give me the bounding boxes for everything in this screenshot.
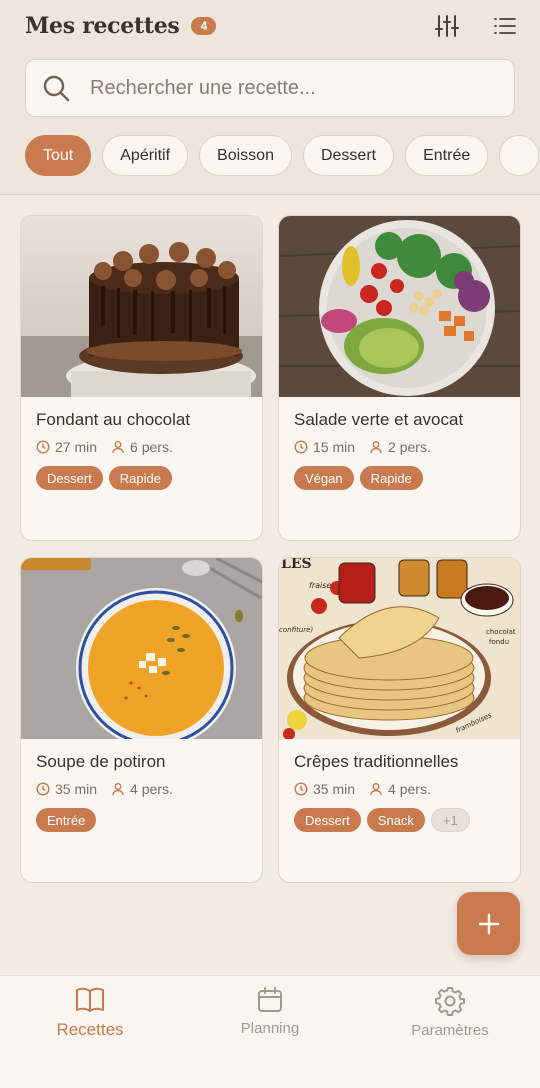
recipe-count-badge: 4 [191, 17, 217, 35]
chip-dessert[interactable]: Dessert [302, 135, 395, 176]
search-icon [43, 75, 70, 102]
tag-badge: Végan [294, 466, 354, 490]
recipe-card[interactable]: Fondant au chocolat 27 min 6 pers. Desse… [20, 215, 263, 541]
tag-badge: Entrée [36, 808, 97, 832]
clock-icon [294, 440, 308, 454]
tag-badge: Dessert [294, 808, 361, 832]
recipe-card[interactable]: Salade verte et avocat 15 min 2 pers. Vé… [278, 215, 521, 541]
recipe-servings: 4 pers. [369, 781, 431, 797]
person-icon [112, 441, 124, 454]
recipe-title: Crêpes traditionnelles [294, 752, 459, 771]
recipe-card-body: Soupe de potiron 35 min 4 pers. Entrée [21, 739, 262, 832]
clock-icon [294, 782, 308, 796]
recipe-time-label: 35 min [55, 781, 98, 797]
recipe-servings: 2 pers. [369, 439, 431, 455]
recipe-meta: 35 min 4 pers. [36, 781, 247, 797]
recipe-card-body: Salade verte et avocat 15 min 2 pers. Vé… [279, 397, 520, 490]
chip-more-partial[interactable] [499, 135, 540, 176]
recipe-time-label: 35 min [313, 781, 356, 797]
nav-label: Paramètres [411, 1022, 489, 1039]
tag-badge: Dessert [36, 466, 103, 490]
recipe-meta: 35 min 4 pers. [294, 781, 505, 797]
gear-icon [435, 987, 465, 1016]
image-text-les: LES [281, 558, 312, 572]
nav-item-recettes[interactable]: Recettes [0, 976, 180, 1088]
recipe-meta: 27 min 6 pers. [36, 439, 247, 455]
clock-icon [36, 782, 50, 796]
chip-tout[interactable]: Tout [25, 135, 92, 176]
person-icon [370, 783, 382, 796]
list-icon [494, 18, 516, 34]
recipe-servings: 4 pers. [111, 781, 173, 797]
tag-badge: Snack [366, 808, 425, 832]
filter-button[interactable] [432, 12, 462, 40]
nav-label: Planning [240, 1020, 300, 1037]
add-recipe-button[interactable] [457, 892, 520, 955]
nav-label: Recettes [56, 1020, 124, 1039]
recipe-time: 27 min [36, 439, 97, 455]
recipe-servings-label: 4 pers. [388, 781, 431, 797]
recipe-servings-label: 2 pers. [388, 439, 431, 455]
person-icon [370, 441, 382, 454]
image-text-confiture: confiture) [279, 626, 313, 634]
recipe-servings: 6 pers. [111, 439, 173, 455]
recipe-servings-label: 6 pers. [130, 439, 173, 455]
search-input[interactable] [90, 76, 490, 100]
recipe-image-chocolate-cake [21, 216, 262, 397]
recipe-image-pumpkin-soup [21, 558, 262, 739]
clock-icon [36, 440, 50, 454]
more-tags-badge: +1 [430, 808, 470, 832]
nav-item-parametres[interactable]: Paramètres [360, 976, 540, 1088]
sliders-icon [435, 15, 459, 37]
bottom-navigation: Recettes Planning Paramètres [0, 975, 540, 1088]
nav-item-planning[interactable]: Planning [180, 976, 360, 1088]
tag-badge: Rapide [108, 466, 172, 490]
recipe-card[interactable]: LES fraises confiture) chocolat fondu fr… [278, 557, 521, 883]
chip-boisson[interactable]: Boisson [199, 135, 292, 176]
recipe-image-crepes: LES fraises confiture) chocolat fondu fr… [279, 558, 520, 739]
recipe-meta: 15 min 2 pers. [294, 439, 505, 455]
recipe-tags: Entrée [36, 808, 247, 832]
recipe-servings-label: 4 pers. [130, 781, 173, 797]
recipe-grid: Fondant au chocolat 27 min 6 pers. Desse… [20, 215, 521, 883]
recipe-time-label: 27 min [55, 439, 98, 455]
recipe-tags: Dessert Snack +1 [294, 808, 505, 832]
chip-entree[interactable]: Entrée [405, 135, 489, 176]
recipe-title: Soupe de potiron [36, 752, 166, 771]
view-list-button[interactable] [490, 12, 520, 40]
search-bar[interactable] [25, 59, 515, 117]
image-text-chocolat: chocolat [486, 628, 516, 636]
image-text-fondu: fondu [489, 638, 509, 646]
person-icon [112, 783, 124, 796]
app-header: Mes recettes 4 Tout Apéritif Boisson Des… [0, 0, 540, 195]
recipe-tags: Dessert Rapide [36, 466, 247, 490]
recipe-card-body: Fondant au chocolat 27 min 6 pers. Desse… [21, 397, 262, 490]
recipe-time: 35 min [36, 781, 97, 797]
plus-icon [478, 913, 499, 934]
recipe-card-body: Crêpes traditionnelles 35 min 4 pers. De… [279, 739, 520, 832]
page-title: Mes recettes [25, 13, 180, 39]
calendar-icon [258, 987, 282, 1012]
tag-badge: Rapide [359, 466, 423, 490]
category-filter-chips: Tout Apéritif Boisson Dessert Entrée [25, 135, 540, 177]
recipe-card[interactable]: Soupe de potiron 35 min 4 pers. Entrée [20, 557, 263, 883]
recipe-time: 15 min [294, 439, 355, 455]
recipe-image-green-salad [279, 216, 520, 397]
book-icon [76, 987, 104, 1012]
recipe-time: 35 min [294, 781, 355, 797]
recipe-tags: Végan Rapide [294, 466, 505, 490]
chip-aperitif[interactable]: Apéritif [102, 135, 189, 176]
recipe-time-label: 15 min [313, 439, 356, 455]
recipe-title: Fondant au chocolat [36, 410, 191, 429]
recipe-title: Salade verte et avocat [294, 410, 464, 429]
